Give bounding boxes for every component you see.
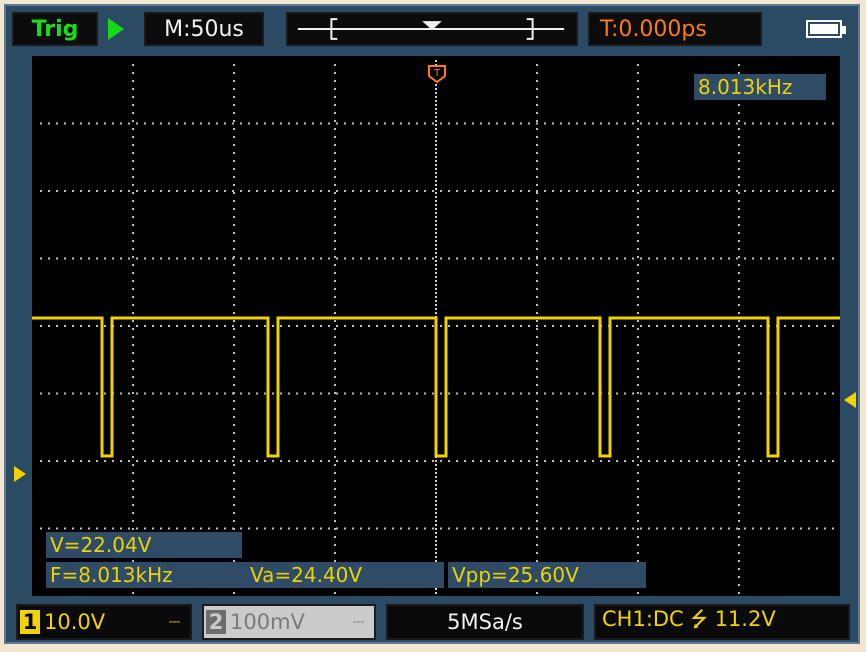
channel2-chip: 2 xyxy=(206,610,226,634)
trigger-offset-display[interactable]: T:0.000ps xyxy=(588,12,762,46)
channel1-level-marker-icon[interactable] xyxy=(14,466,26,482)
battery-icon xyxy=(806,20,846,38)
channel1-coupling-icon: ⎓ xyxy=(168,614,180,630)
channel1-settings[interactable]: 1 10.0V ⎓ xyxy=(16,604,192,640)
timebase-display[interactable]: M:50us xyxy=(144,12,264,46)
measurement-v: V=22.04V xyxy=(46,532,242,558)
channel1-waveform xyxy=(32,316,840,458)
timeline-icon xyxy=(297,18,565,40)
trigger-marker-icon: T xyxy=(427,64,447,89)
channel1-volts: 10.0V xyxy=(44,610,106,634)
trigger-status[interactable]: Trig xyxy=(12,12,98,46)
graticule-grid xyxy=(32,60,840,594)
channel1-chip: 1 xyxy=(20,610,40,634)
trigger-settings-display[interactable]: CH1:DC ⭍ 11.2V xyxy=(594,604,850,640)
oscilloscope-panel: Trig M:50us T:0.000ps T 8.013kHz V=22.04… xyxy=(4,4,860,644)
top-bar: Trig M:50us T:0.000ps xyxy=(12,12,852,48)
trigger-level-marker-icon[interactable] xyxy=(844,392,856,408)
run-play-icon[interactable] xyxy=(108,18,124,40)
channel2-settings[interactable]: 2 100mV ⎓ xyxy=(202,604,376,640)
bottom-bar: 1 10.0V ⎓ 2 100mV ⎓ 5MSa/s CH1:DC ⭍ 11.2… xyxy=(16,604,850,642)
timebase-position-bar[interactable] xyxy=(286,12,578,46)
channel2-coupling-icon: ⎓ xyxy=(352,614,364,630)
waveform-screen: T 8.013kHz V=22.04V F=8.013kHz Va=24.40V… xyxy=(32,56,840,596)
sample-rate-display[interactable]: 5MSa/s xyxy=(386,604,584,640)
svg-text:T: T xyxy=(434,68,440,79)
measurement-va: Va=24.40V xyxy=(246,562,444,588)
frequency-readout: 8.013kHz xyxy=(694,74,826,100)
measurement-f: F=8.013kHz xyxy=(46,562,246,588)
channel2-volts: 100mV xyxy=(230,610,305,634)
measurement-vpp: Vpp=25.60V xyxy=(448,562,646,588)
